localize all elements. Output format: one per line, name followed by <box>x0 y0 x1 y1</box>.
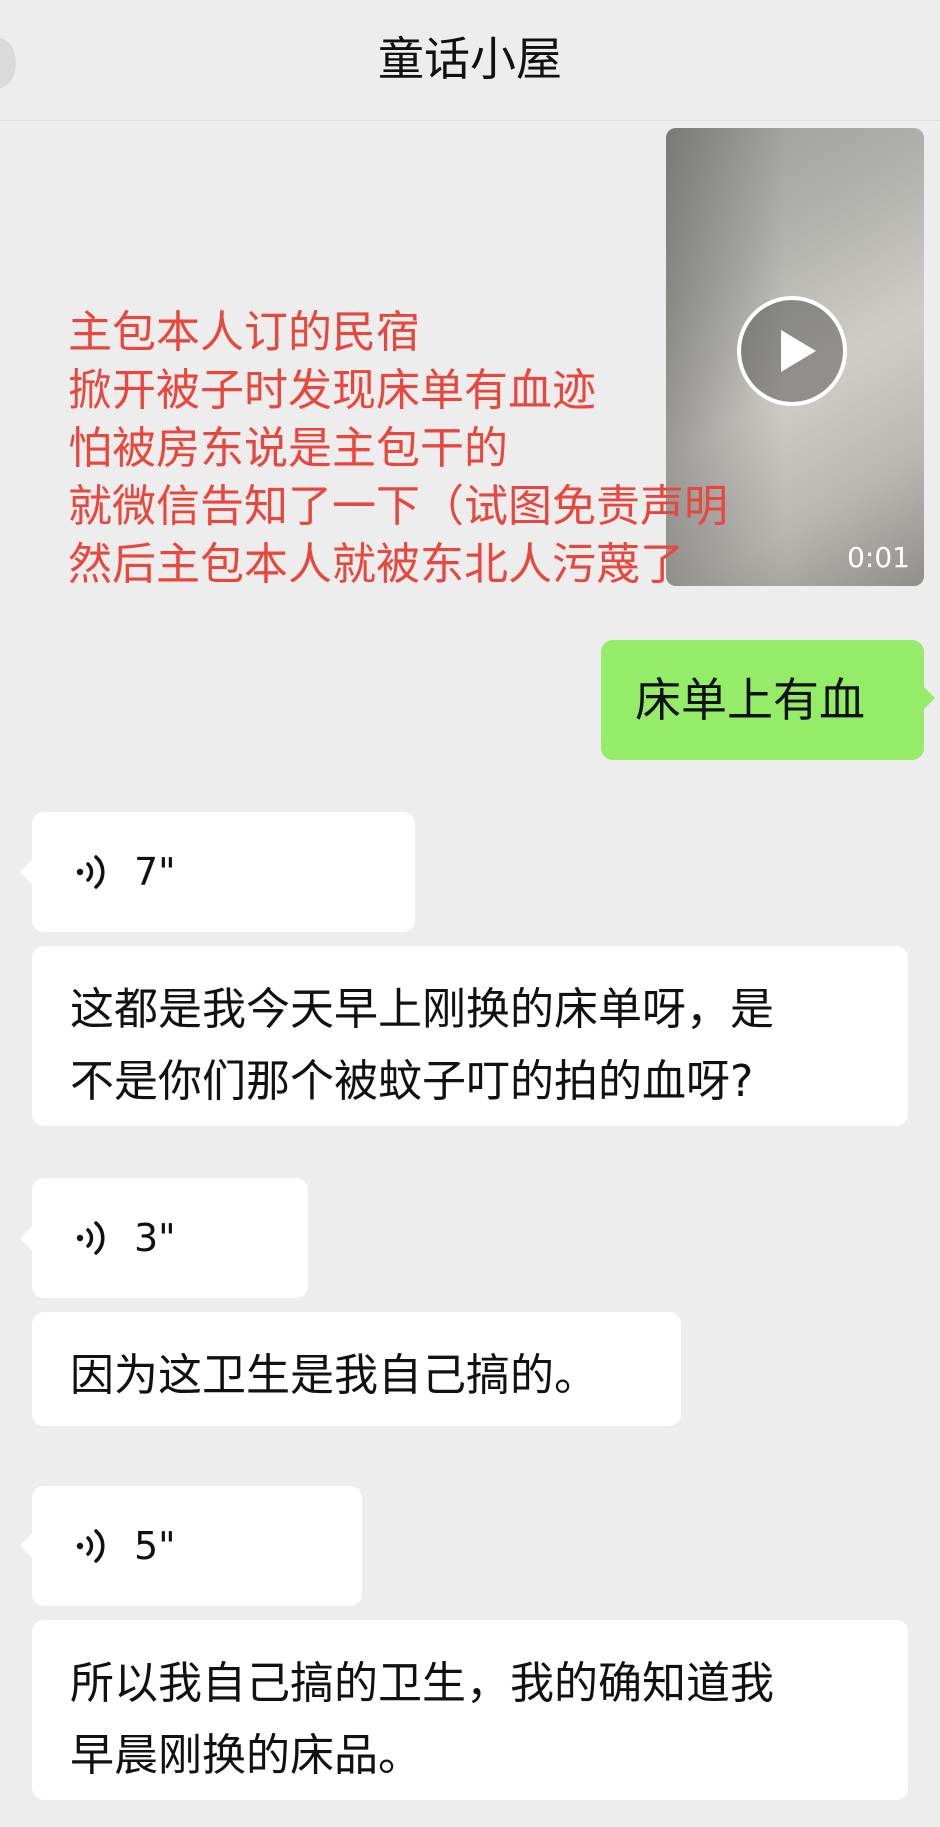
message-line: 早晨刚换的床品。 <box>70 1730 422 1781</box>
annotation-overlay: 主包本人订的民宿 掀开被子时发现床单有血迹 怕被房东说是主包干的 就微信告知了一… <box>68 304 868 594</box>
received-text-bubble[interactable]: 所以我自己搞的卫生，我的确知道我 早晨刚换的床品。 <box>32 1620 908 1800</box>
message-line: 这都是我今天早上刚换的床单呀，是 <box>70 984 774 1035</box>
bubble-tail <box>20 1534 32 1558</box>
annotation-line: 就微信告知了一下（试图免责声明 <box>68 481 728 532</box>
message-line: 因为这卫生是我自己搞的。 <box>70 1350 598 1401</box>
message-line: 不是你们那个被蚊子叮的拍的血呀? <box>70 1056 754 1107</box>
annotation-line: 主包本人订的民宿 <box>68 307 420 358</box>
chat-header: 童话小屋 <box>0 0 940 121</box>
received-text-bubble[interactable]: 因为这卫生是我自己搞的。 <box>32 1312 681 1426</box>
annotation-line: 然后主包本人就被东北人污蔑了 <box>68 539 684 590</box>
voice-duration: 3" <box>134 1216 176 1260</box>
voice-duration: 7" <box>134 850 176 894</box>
voice-message-bubble[interactable]: 7" <box>20 812 415 932</box>
sent-text: 床单上有血 <box>635 673 865 727</box>
received-text-bubble[interactable]: 这都是我今天早上刚换的床单呀，是 不是你们那个被蚊子叮的拍的血呀? <box>32 946 908 1126</box>
voice-wave-icon <box>76 1529 105 1563</box>
chat-title: 童话小屋 <box>378 32 562 86</box>
annotation-line: 掀开被子时发现床单有血迹 <box>68 365 596 416</box>
message-line: 所以我自己搞的卫生，我的确知道我 <box>70 1658 774 1709</box>
bubble-tail <box>923 686 935 710</box>
bubble-tail <box>20 1226 32 1250</box>
annotation-line: 怕被房东说是主包干的 <box>68 423 508 474</box>
voice-wave-icon <box>76 855 105 889</box>
voice-duration: 5" <box>134 1524 176 1568</box>
voice-wave-icon <box>76 1221 105 1255</box>
sent-text-bubble[interactable]: 床单上有血 <box>601 640 935 760</box>
voice-message-bubble[interactable]: 3" <box>20 1178 308 1298</box>
bubble-tail <box>20 860 32 884</box>
voice-message-bubble[interactable]: 5" <box>20 1486 362 1606</box>
